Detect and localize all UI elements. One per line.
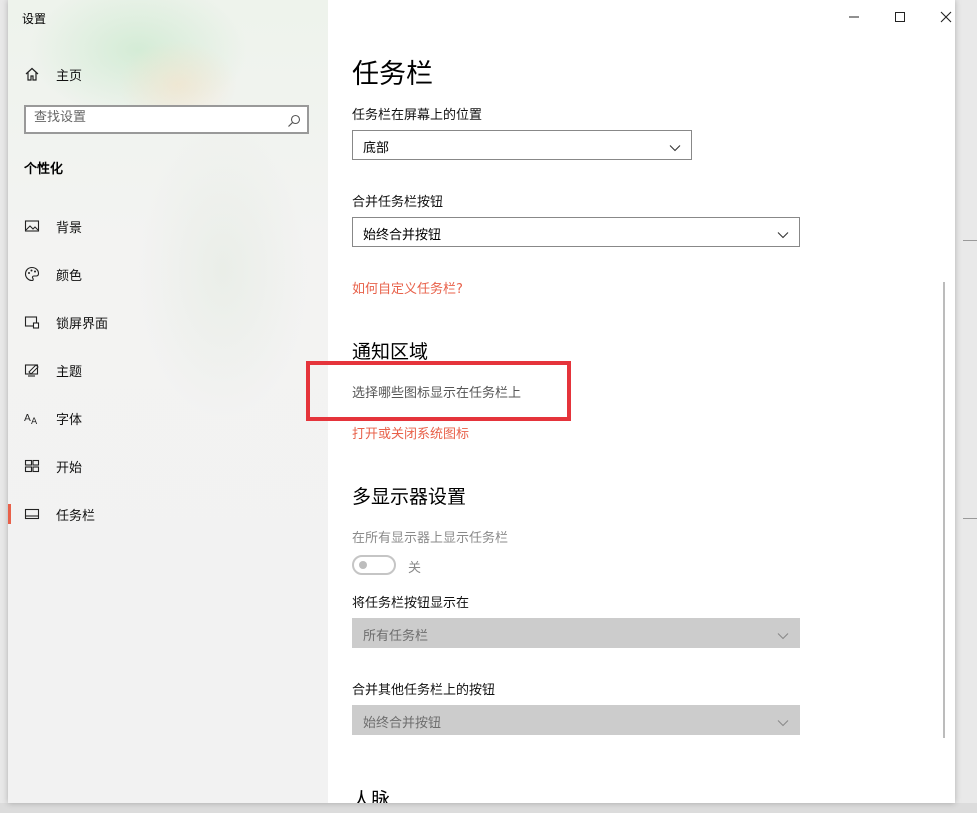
position-label: 任务栏在屏幕上的位置 (352, 108, 483, 123)
toggle-state-label: 关 (408, 561, 422, 576)
notification-area-heading: 通知区域 (352, 341, 429, 363)
palette-icon (24, 266, 40, 282)
lock-screen-icon (24, 314, 40, 330)
combine-label: 合并任务栏按钮 (352, 195, 444, 210)
minimize-icon (848, 8, 860, 27)
customize-taskbar-link[interactable]: 如何自定义任务栏? (352, 278, 463, 297)
maximize-icon (894, 8, 906, 27)
multi-display-heading: 多显示器设置 (352, 486, 467, 508)
dropdown-value: 所有任务栏 (363, 629, 429, 644)
theme-icon (24, 362, 40, 378)
start-icon (24, 458, 40, 474)
toggle-knob (359, 561, 367, 569)
search-box[interactable] (24, 105, 309, 134)
desktop-background-bottom (0, 803, 977, 813)
section-heading: 个性化 (24, 162, 64, 177)
search-icon[interactable] (287, 113, 301, 132)
show-all-displays-label: 在所有显示器上显示任务栏 (352, 531, 509, 546)
sidebar-item-label: 开始 (56, 460, 83, 476)
active-indicator (8, 504, 11, 524)
background-divider (963, 518, 977, 519)
sidebar-item-label: 主题 (56, 364, 83, 380)
sidebar-item-label: 主页 (56, 68, 83, 84)
sidebar-item-label: 背景 (56, 220, 83, 236)
sidebar-item-label: 字体 (56, 412, 83, 428)
sidebar-item-label: 锁屏界面 (56, 316, 109, 332)
svg-text:A: A (24, 413, 31, 424)
maximize-button[interactable] (877, 6, 923, 28)
system-icons-link[interactable]: 打开或关闭系统图标 (352, 423, 469, 442)
minimize-button[interactable] (831, 6, 877, 28)
chevron-down-icon (777, 714, 789, 733)
search-input[interactable] (34, 110, 274, 125)
position-dropdown[interactable]: 底部 (352, 130, 692, 160)
sidebar-item-start[interactable]: 开始 (8, 446, 328, 486)
combine-other-label: 合并其他任务栏上的按钮 (352, 683, 496, 698)
page-title: 任务栏 (352, 59, 433, 90)
dropdown-value: 始终合并按钮 (363, 228, 442, 243)
sidebar-item-taskbar[interactable]: 任务栏 (8, 494, 328, 534)
show-buttons-dropdown[interactable]: 所有任务栏 (352, 618, 800, 648)
sidebar-item-colors[interactable]: 颜色 (8, 254, 328, 294)
scrollbar[interactable] (943, 282, 945, 738)
sidebar-item-lock-screen[interactable]: 锁屏界面 (8, 302, 328, 342)
chevron-down-icon (777, 226, 789, 245)
dropdown-value: 底部 (363, 141, 390, 156)
sidebar-item-label: 颜色 (56, 268, 83, 284)
people-heading: 人脉 (352, 789, 391, 803)
sidebar-item-themes[interactable]: 主题 (8, 350, 328, 390)
window-title: 设置 (22, 12, 47, 26)
chevron-down-icon (669, 139, 681, 158)
background-divider (963, 240, 977, 241)
dropdown-value: 始终合并按钮 (363, 716, 442, 731)
show-all-displays-toggle[interactable] (352, 555, 396, 575)
highlight-box (306, 361, 571, 421)
image-icon (24, 218, 40, 234)
desktop-background-right (955, 0, 977, 813)
sidebar-item-background[interactable]: 背景 (8, 206, 328, 246)
desktop-background-left (0, 0, 8, 813)
chevron-down-icon (777, 627, 789, 646)
sidebar: 设置 主页 个性化 背景 颜色 (8, 0, 328, 803)
show-buttons-label: 将任务栏按钮显示在 (352, 596, 470, 611)
taskbar-icon (24, 506, 40, 522)
close-button[interactable] (923, 6, 955, 28)
combine-other-dropdown[interactable]: 始终合并按钮 (352, 705, 800, 735)
combine-dropdown[interactable]: 始终合并按钮 (352, 217, 800, 247)
sidebar-item-label: 任务栏 (56, 508, 96, 524)
font-icon: AA (24, 410, 40, 426)
sidebar-item-home[interactable]: 主页 (8, 58, 328, 90)
home-icon (24, 66, 40, 82)
close-icon (940, 8, 952, 27)
sidebar-item-fonts[interactable]: AA 字体 (8, 398, 328, 438)
svg-text:A: A (31, 417, 38, 426)
